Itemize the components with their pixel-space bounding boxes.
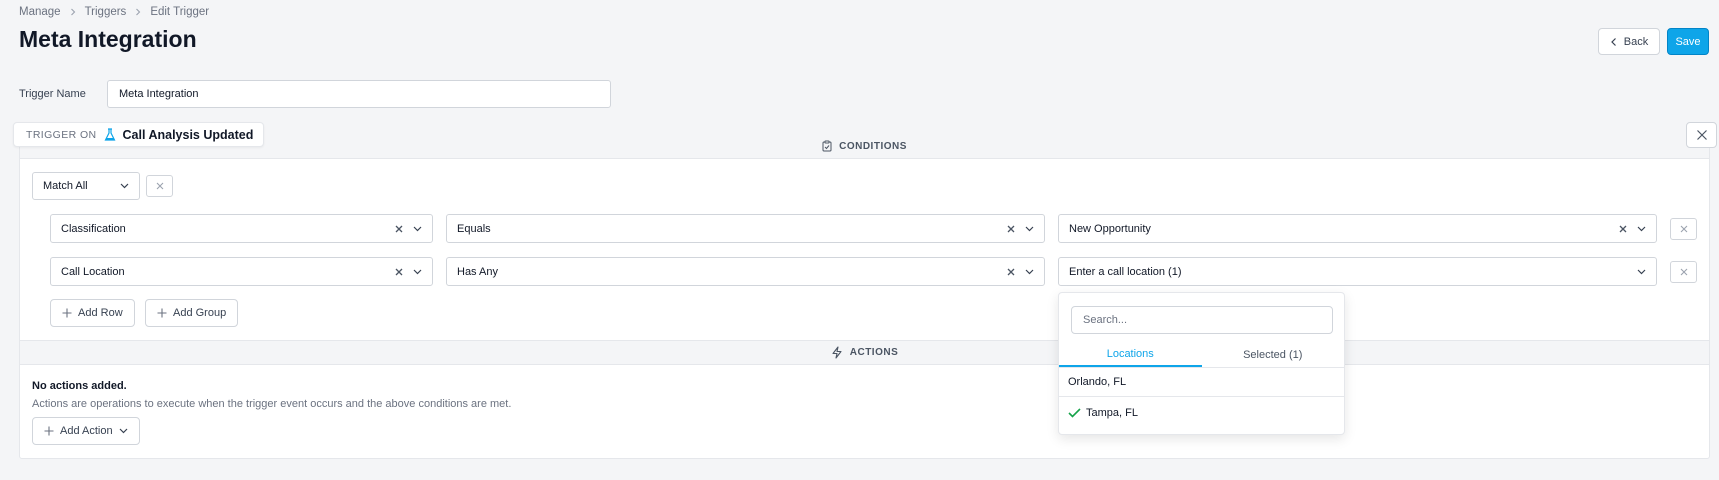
chevron-down-icon	[413, 226, 422, 232]
clear-icon[interactable]	[395, 268, 403, 276]
condition-operator-value: Equals	[457, 222, 491, 235]
match-select-value: Match All	[43, 180, 88, 192]
clear-icon[interactable]	[1619, 225, 1627, 233]
trigger-on-value: Call Analysis Updated	[122, 127, 254, 142]
save-button[interactable]: Save	[1667, 28, 1709, 55]
dropdown-tabs: Locations Selected (1)	[1059, 343, 1344, 368]
close-icon	[1680, 225, 1688, 233]
remove-row-button[interactable]	[1670, 261, 1697, 283]
chevron-down-icon	[1637, 226, 1646, 232]
breadcrumb: Manage Triggers Edit Trigger	[19, 6, 209, 18]
clear-icon[interactable]	[1007, 268, 1015, 276]
back-button[interactable]: Back	[1598, 28, 1660, 55]
chevron-down-icon	[120, 183, 129, 189]
condition-value-value: New Opportunity	[1069, 222, 1151, 235]
location-option-tampa[interactable]: Tampa, FL	[1059, 398, 1344, 427]
chevron-left-icon	[1610, 37, 1618, 47]
add-action-label: Add Action	[60, 425, 113, 437]
call-location-select[interactable]: Enter a call location (1)	[1058, 257, 1657, 286]
close-button[interactable]	[1686, 122, 1717, 148]
actions-header: ACTIONS	[20, 340, 1709, 365]
tab-locations[interactable]: Locations	[1059, 343, 1202, 367]
clear-icon[interactable]	[1007, 225, 1015, 233]
add-action-button[interactable]: Add Action	[32, 417, 140, 445]
clipboard-icon	[822, 140, 832, 152]
remove-group-button[interactable]	[146, 175, 173, 197]
back-button-label: Back	[1623, 35, 1649, 48]
condition-field-value: Call Location	[61, 265, 125, 278]
match-select[interactable]: Match All	[32, 172, 140, 200]
add-group-button[interactable]: Add Group	[145, 299, 239, 327]
trigger-name-input[interactable]	[107, 80, 611, 108]
condition-operator-select[interactable]: Equals	[446, 214, 1045, 243]
actions-empty-title: No actions added.	[32, 380, 127, 392]
flask-icon	[104, 127, 116, 142]
chevron-down-icon	[413, 269, 422, 275]
add-row-label: Add Row	[78, 307, 123, 319]
close-icon	[156, 182, 164, 190]
location-dropdown: Locations Selected (1) Orlando, FL Tampa…	[1058, 292, 1345, 435]
clear-icon[interactable]	[395, 225, 403, 233]
check-icon	[1068, 407, 1081, 418]
location-option-orlando[interactable]: Orlando, FL	[1059, 368, 1344, 397]
location-option-label: Orlando, FL	[1068, 376, 1127, 388]
plus-icon	[157, 308, 167, 318]
condition-operator-value: Has Any	[457, 265, 498, 278]
trigger-card	[19, 134, 1710, 459]
actions-empty-desc: Actions are operations to execute when t…	[32, 398, 512, 410]
chevron-right-icon	[134, 8, 142, 16]
trigger-on-label: TRIGGER ON	[26, 128, 97, 141]
location-option-label: Tampa, FL	[1086, 406, 1138, 419]
condition-operator-select[interactable]: Has Any	[446, 257, 1045, 286]
plus-icon	[44, 426, 54, 436]
chevron-right-icon	[69, 8, 77, 16]
chevron-down-icon	[119, 428, 128, 434]
lightning-icon	[831, 346, 843, 359]
chevron-down-icon	[1637, 269, 1646, 275]
chevron-down-icon	[1025, 226, 1034, 232]
condition-field-select[interactable]: Classification	[50, 214, 433, 243]
call-location-value: Enter a call location (1)	[1069, 265, 1182, 278]
trigger-name-label: Trigger Name	[19, 88, 86, 100]
actions-header-label: ACTIONS	[849, 347, 899, 358]
close-icon	[1696, 129, 1708, 141]
conditions-header-label: CONDITIONS	[839, 140, 907, 152]
breadcrumb-triggers[interactable]: Triggers	[85, 6, 127, 18]
location-search-input[interactable]	[1071, 306, 1333, 334]
chevron-down-icon	[1025, 269, 1034, 275]
condition-value-select[interactable]: New Opportunity	[1058, 214, 1657, 243]
add-group-label: Add Group	[173, 307, 227, 319]
plus-icon	[62, 308, 72, 318]
trigger-on-pill[interactable]: TRIGGER ON Call Analysis Updated	[13, 122, 264, 147]
close-icon	[1680, 268, 1688, 276]
tab-selected[interactable]: Selected (1)	[1202, 343, 1345, 367]
condition-field-select[interactable]: Call Location	[50, 257, 433, 286]
conditions-header: CONDITIONS	[20, 134, 1709, 159]
condition-field-value: Classification	[61, 222, 126, 235]
page-title: Meta Integration	[19, 26, 197, 52]
add-row-button[interactable]: Add Row	[50, 299, 135, 327]
breadcrumb-edit-trigger: Edit Trigger	[150, 6, 210, 18]
breadcrumb-manage[interactable]: Manage	[19, 6, 61, 18]
remove-row-button[interactable]	[1670, 218, 1697, 240]
